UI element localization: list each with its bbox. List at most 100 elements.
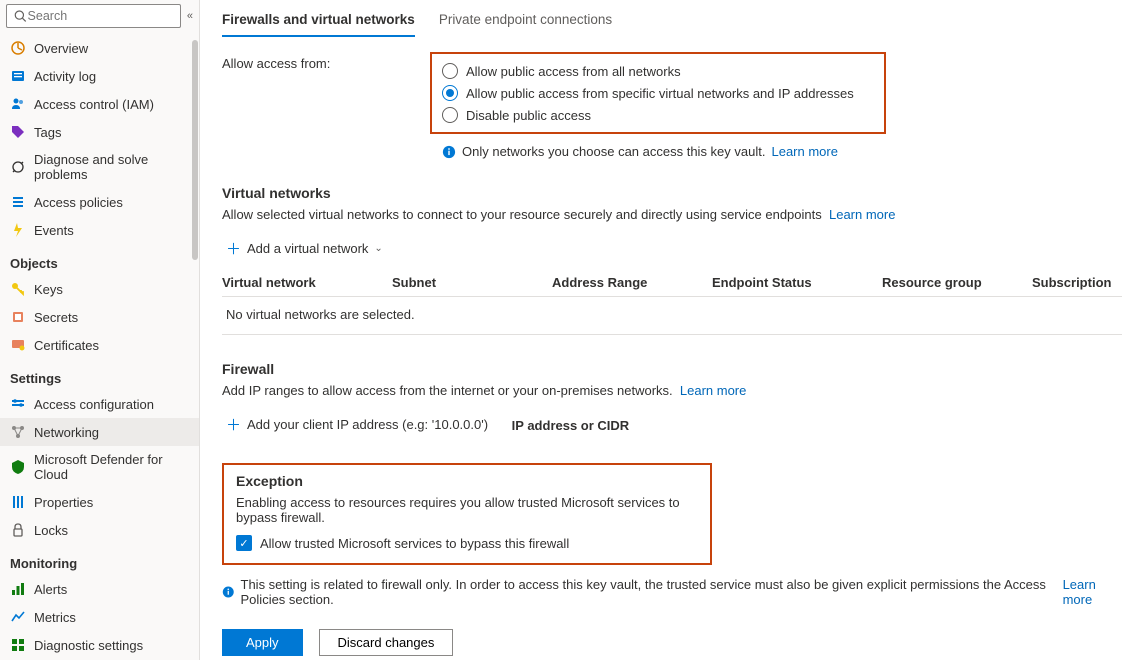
sidebar-item-label: Activity log [34, 69, 96, 84]
firewall-desc: Add IP ranges to allow access from the i… [222, 383, 673, 398]
plus-icon: ＋ [226, 414, 241, 435]
checkbox-label: Allow trusted Microsoft services to bypa… [260, 536, 569, 551]
sidebar-item-label: Events [34, 223, 74, 238]
nav-group-monitoring: Monitoring Alerts Metrics Diagnostic set… [0, 550, 199, 660]
sidebar-item-access-policies[interactable]: Access policies [0, 188, 199, 216]
learn-more-link[interactable]: Learn more [1063, 577, 1122, 607]
secrets-icon [10, 309, 26, 325]
sidebar-item-iam[interactable]: Access control (IAM) [0, 90, 199, 118]
diagnostic-icon [10, 637, 26, 653]
learn-more-link[interactable]: Learn more [829, 207, 895, 222]
sidebar-item-label: Metrics [34, 610, 76, 625]
tab-private-endpoint[interactable]: Private endpoint connections [439, 8, 612, 37]
search-input-wrap[interactable] [6, 4, 181, 28]
sidebar-item-properties[interactable]: Properties [0, 488, 199, 516]
tab-firewalls[interactable]: Firewalls and virtual networks [222, 8, 415, 37]
keys-icon [10, 281, 26, 297]
add-virtual-network-button[interactable]: ＋ Add a virtual network ⌄ [222, 236, 387, 261]
vnet-empty-state: No virtual networks are selected. [222, 297, 1122, 335]
sidebar-item-defender[interactable]: Microsoft Defender for Cloud [0, 446, 199, 488]
radio-all-networks[interactable]: Allow public access from all networks [442, 60, 854, 82]
sidebar-item-label: Keys [34, 282, 63, 297]
col-endpoint-status: Endpoint Status [712, 275, 882, 290]
sidebar-item-keys[interactable]: Keys [0, 275, 199, 303]
networking-icon [10, 424, 26, 440]
sidebar-item-locks[interactable]: Locks [0, 516, 199, 544]
nav-group-title: Objects [0, 250, 199, 275]
policies-icon [10, 194, 26, 210]
sidebar-item-label: Diagnostic settings [34, 638, 143, 653]
radio-icon [442, 85, 458, 101]
apply-button[interactable]: Apply [222, 629, 303, 656]
alerts-icon [10, 581, 26, 597]
defender-icon [10, 459, 26, 475]
certificates-icon [10, 337, 26, 353]
footer-actions: Apply Discard changes [222, 629, 1122, 656]
diagnose-icon [10, 159, 26, 175]
vnet-desc: Allow selected virtual networks to conne… [222, 207, 822, 222]
sidebar-item-label: Access policies [34, 195, 123, 210]
ip-cidr-label: IP address or CIDR [496, 410, 630, 433]
checkbox-icon: ✓ [236, 535, 252, 551]
sidebar-scrollbar[interactable] [189, 32, 199, 660]
sidebar-item-overview[interactable]: Overview [0, 34, 199, 62]
sidebar-item-label: Secrets [34, 310, 78, 325]
radio-disable-public[interactable]: Disable public access [442, 104, 854, 126]
add-client-ip-button[interactable]: ＋ Add your client IP address (e.g: '10.0… [222, 412, 492, 437]
properties-icon [10, 494, 26, 510]
sidebar-item-access-config[interactable]: Access configuration [0, 390, 199, 418]
allow-access-label: Allow access from: [222, 52, 422, 71]
sidebar-item-label: Alerts [34, 582, 67, 597]
learn-more-link[interactable]: Learn more [771, 144, 837, 159]
scrollbar-thumb[interactable] [192, 40, 198, 260]
locks-icon [10, 522, 26, 538]
radio-icon [442, 107, 458, 123]
chevron-down-icon: ⌄ [374, 243, 382, 254]
metrics-icon [10, 609, 26, 625]
trusted-services-checkbox[interactable]: ✓ Allow trusted Microsoft services to by… [236, 535, 698, 551]
add-vnet-label: Add a virtual network [247, 241, 368, 256]
sidebar: « Overview Activity log Access control (… [0, 0, 200, 660]
sidebar-item-label: Properties [34, 495, 93, 510]
sidebar-item-certificates[interactable]: Certificates [0, 331, 199, 359]
col-resource-group: Resource group [882, 275, 1032, 290]
sidebar-item-alerts[interactable]: Alerts [0, 575, 199, 603]
search-input[interactable] [28, 9, 174, 23]
vnet-section-title: Virtual networks [222, 185, 1122, 201]
sidebar-item-networking[interactable]: Networking [0, 418, 199, 446]
radio-label: Allow public access from specific virtua… [466, 86, 854, 101]
sidebar-nav: Overview Activity log Access control (IA… [0, 34, 199, 660]
sidebar-item-secrets[interactable]: Secrets [0, 303, 199, 331]
radio-icon [442, 63, 458, 79]
sidebar-item-events[interactable]: Events [0, 216, 199, 244]
exception-box: Exception Enabling access to resources r… [222, 463, 712, 565]
sidebar-item-label: Certificates [34, 338, 99, 353]
nav-group-objects: Objects Keys Secrets Certificates [0, 250, 199, 359]
info-icon [222, 585, 235, 599]
note-text: This setting is related to firewall only… [241, 577, 1047, 607]
discard-button[interactable]: Discard changes [319, 629, 454, 656]
main-content: Firewalls and virtual networks Private e… [200, 0, 1144, 660]
sidebar-item-label: Overview [34, 41, 88, 56]
info-icon [442, 145, 456, 159]
radio-label: Allow public access from all networks [466, 64, 681, 79]
sidebar-item-tags[interactable]: Tags [0, 118, 199, 146]
sidebar-item-diagnose[interactable]: Diagnose and solve problems [0, 146, 199, 188]
col-address-range: Address Range [552, 275, 712, 290]
vnet-table-header: Virtual network Subnet Address Range End… [222, 269, 1122, 297]
add-ip-label: Add your client IP address (e.g: '10.0.0… [247, 417, 488, 432]
access-config-icon [10, 396, 26, 412]
sidebar-item-label: Access configuration [34, 397, 154, 412]
collapse-sidebar-button[interactable]: « [187, 10, 193, 22]
sidebar-item-diagnostic-settings[interactable]: Diagnostic settings [0, 631, 199, 659]
sidebar-item-metrics[interactable]: Metrics [0, 603, 199, 631]
search-icon [13, 8, 28, 24]
learn-more-link[interactable]: Learn more [680, 383, 746, 398]
radio-specific-networks[interactable]: Allow public access from specific virtua… [442, 82, 854, 104]
exception-desc: Enabling access to resources requires yo… [236, 495, 698, 525]
sidebar-item-label: Tags [34, 125, 61, 140]
col-vnet: Virtual network [222, 275, 392, 290]
radio-label: Disable public access [466, 108, 591, 123]
firewall-section-title: Firewall [222, 361, 1122, 377]
sidebar-item-activity-log[interactable]: Activity log [0, 62, 199, 90]
